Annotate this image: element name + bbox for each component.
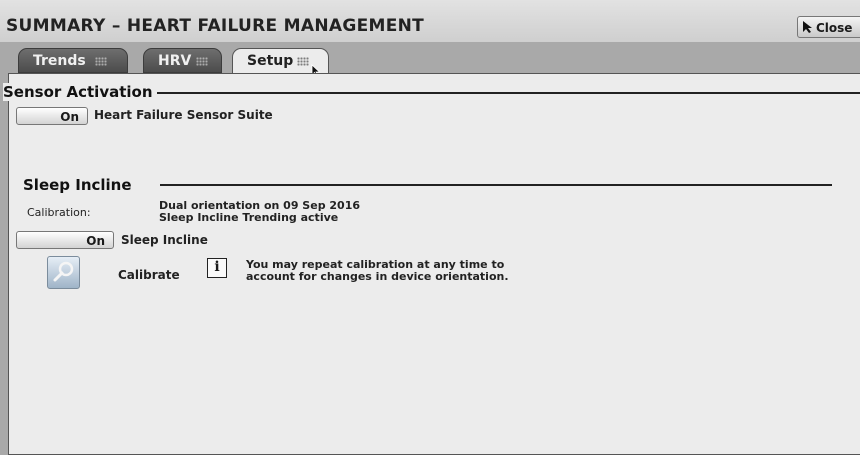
title-bar: SUMMARY – HEART FAILURE MANAGEMENT Close <box>0 0 860 42</box>
calibration-label: Calibration: <box>27 206 91 219</box>
sleep-incline-heading: Sleep Incline <box>23 176 136 194</box>
grip-icon <box>297 57 309 66</box>
magnifier-icon <box>53 261 74 282</box>
section-divider <box>140 92 860 94</box>
sleep-incline-toggle[interactable]: On <box>16 231 114 249</box>
grip-icon <box>95 57 107 66</box>
sleep-incline-toggle-label: Sleep Incline <box>121 233 208 247</box>
tab-hrv[interactable]: HRV <box>143 48 222 73</box>
tab-setup-label: Setup <box>247 53 294 69</box>
calibration-status-line2: Sleep Incline Trending active <box>159 211 339 224</box>
info-text-line2: account for changes in device orientatio… <box>246 270 509 283</box>
tab-hrv-label: HRV <box>158 53 192 69</box>
grip-icon <box>196 57 208 66</box>
tab-trends[interactable]: Trends <box>18 48 128 73</box>
window-title: SUMMARY – HEART FAILURE MANAGEMENT <box>6 16 425 36</box>
close-button[interactable]: Close <box>797 16 860 38</box>
tab-trends-label: Trends <box>33 53 86 69</box>
sensor-suite-label: Heart Failure Sensor Suite <box>94 108 273 122</box>
sensor-activation-heading: Sensor Activation <box>3 83 157 101</box>
sensor-suite-toggle[interactable]: On <box>16 107 88 125</box>
calibrate-label: Calibrate <box>118 268 180 282</box>
section-divider <box>160 184 832 186</box>
arrow-cursor-icon <box>803 21 812 33</box>
calibrate-button[interactable] <box>47 256 80 289</box>
info-icon: i <box>207 258 227 278</box>
close-button-label: Close <box>816 21 853 35</box>
